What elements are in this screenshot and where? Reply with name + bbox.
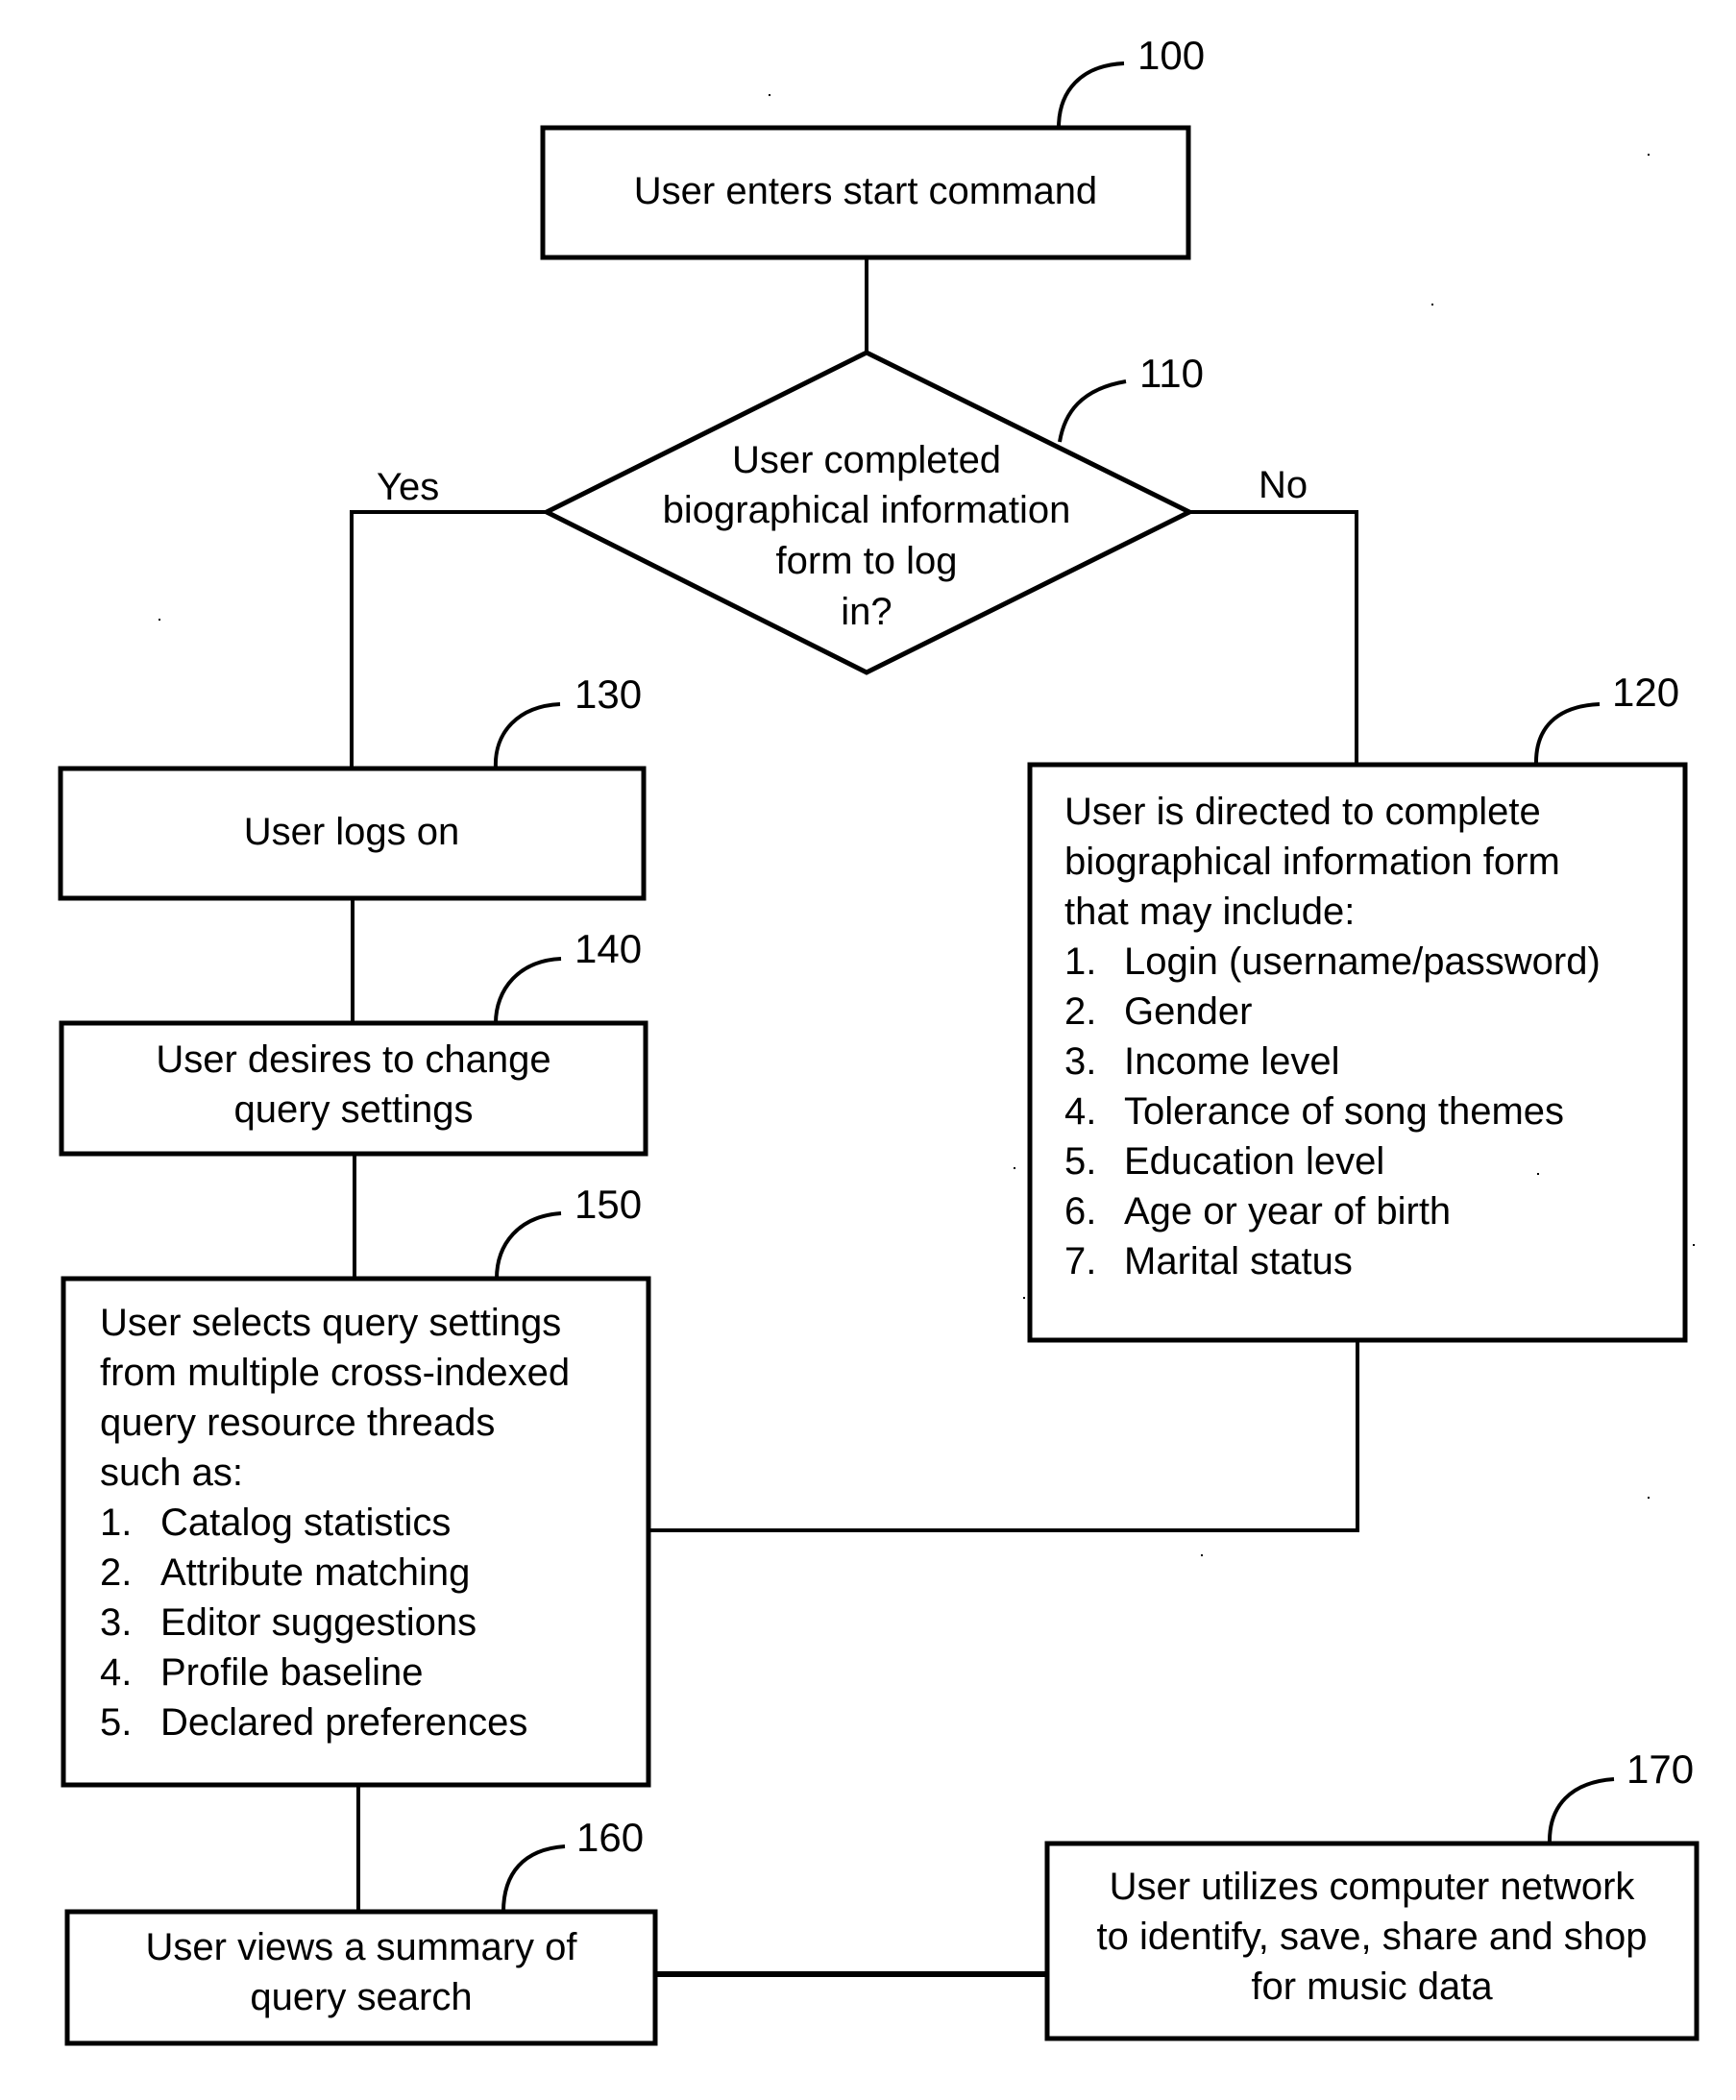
select-settings-intro-line-3: query resource threads	[100, 1402, 495, 1444]
bio-form-item-num: 6.	[1064, 1190, 1096, 1233]
ref-leader-110	[1058, 379, 1127, 443]
edge-decision-to-logon-yes	[350, 510, 547, 769]
ref-leader-130	[493, 702, 561, 769]
summary-text-line-1: User views a summary of	[146, 1926, 578, 1968]
bio-form-item-num: 5.	[1064, 1140, 1096, 1183]
decision-text-line-2: biographical information	[663, 489, 1071, 531]
select-settings-intro-line-2: from multiple cross-indexed	[100, 1352, 570, 1394]
network-text-line-2: to identify, save, share and shop	[1097, 1916, 1648, 1958]
ref-leader-100	[1057, 61, 1125, 129]
change-settings-text-line-1: User desires to change	[156, 1038, 550, 1081]
edge-bioform-to-select	[648, 1340, 1359, 1532]
edge-decision-to-bioform-no	[1189, 510, 1358, 765]
bio-form-item-num: 7.	[1064, 1240, 1096, 1282]
ref-leader-140	[494, 957, 562, 1024]
bio-form-item-text: Income level	[1124, 1040, 1340, 1083]
select-settings-item-text: Profile baseline	[160, 1651, 424, 1694]
select-settings-item-num: 1.	[100, 1502, 132, 1544]
bio-form-item-num: 2.	[1064, 990, 1096, 1033]
select-settings-item-num: 2.	[100, 1551, 132, 1594]
ref-label-160: 160	[576, 1815, 644, 1860]
bio-form-item-num: 4.	[1064, 1090, 1096, 1133]
node-decision: User completed biographical information …	[541, 350, 1204, 675]
ref-leader-160	[501, 1844, 566, 1913]
network-text-line-3: for music data	[1251, 1966, 1493, 2008]
flowchart-canvas: Yes No User enters start command 100 Use…	[58, 33, 1699, 2046]
ref-leader-150	[495, 1211, 562, 1280]
ref-label-100: 100	[1137, 33, 1205, 78]
node-network: User utilizes computer network to identi…	[1044, 1746, 1699, 2041]
decision-text-line-3: form to log	[776, 540, 958, 582]
select-settings-intro-line-4: such as:	[100, 1452, 243, 1494]
summary-text-line-2: query search	[250, 1976, 472, 2018]
bio-form-intro-line-1: User is directed to complete	[1064, 791, 1541, 833]
start-text: User enters start command	[634, 170, 1097, 212]
select-settings-item-num: 5.	[100, 1701, 132, 1744]
ref-label-140: 140	[575, 926, 642, 971]
node-start: User enters start command 100	[540, 33, 1205, 260]
logon-text: User logs on	[244, 811, 460, 853]
select-settings-item-text: Declared preferences	[160, 1701, 527, 1744]
ref-label-170: 170	[1626, 1746, 1694, 1792]
bio-form-item-num: 1.	[1064, 940, 1096, 983]
bio-form-item-text: Marital status	[1124, 1240, 1353, 1282]
bio-form-item-num: 3.	[1064, 1040, 1096, 1083]
ref-leader-170	[1547, 1777, 1615, 1844]
select-settings-item-text: Editor suggestions	[160, 1601, 477, 1644]
node-bio-form: User is directed to complete biographica…	[1027, 670, 1688, 1343]
edge-label-yes: Yes	[377, 466, 439, 508]
ref-label-120: 120	[1612, 670, 1679, 715]
ref-label-110: 110	[1139, 351, 1204, 396]
bio-form-intro-line-3: that may include:	[1064, 891, 1355, 933]
ref-leader-120	[1533, 702, 1601, 766]
network-text-line-1: User utilizes computer network	[1110, 1866, 1636, 1908]
node-summary: User views a summary of query search 160	[64, 1815, 658, 2046]
select-settings-item-text: Attribute matching	[160, 1551, 470, 1594]
select-settings-item-text: Catalog statistics	[160, 1502, 451, 1544]
edge-label-no: No	[1259, 464, 1308, 506]
bio-form-item-text: Login (username/password)	[1124, 940, 1601, 983]
bio-form-item-text: Education level	[1124, 1140, 1384, 1183]
select-settings-item-num: 4.	[100, 1651, 132, 1694]
bio-form-item-text: Tolerance of song themes	[1124, 1090, 1564, 1133]
ref-label-130: 130	[575, 672, 642, 717]
decision-text-line-4: in?	[841, 591, 892, 633]
select-settings-intro-line-1: User selects query settings	[100, 1302, 561, 1344]
decision-text-line-1: User completed	[732, 439, 1001, 481]
bio-form-item-text: Age or year of birth	[1124, 1190, 1451, 1233]
bio-form-intro-line-2: biographical information form	[1064, 841, 1560, 883]
select-settings-item-num: 3.	[100, 1601, 132, 1644]
ref-label-150: 150	[575, 1182, 642, 1227]
bio-form-item-text: Gender	[1124, 990, 1252, 1033]
change-settings-text-line-2: query settings	[233, 1088, 473, 1131]
